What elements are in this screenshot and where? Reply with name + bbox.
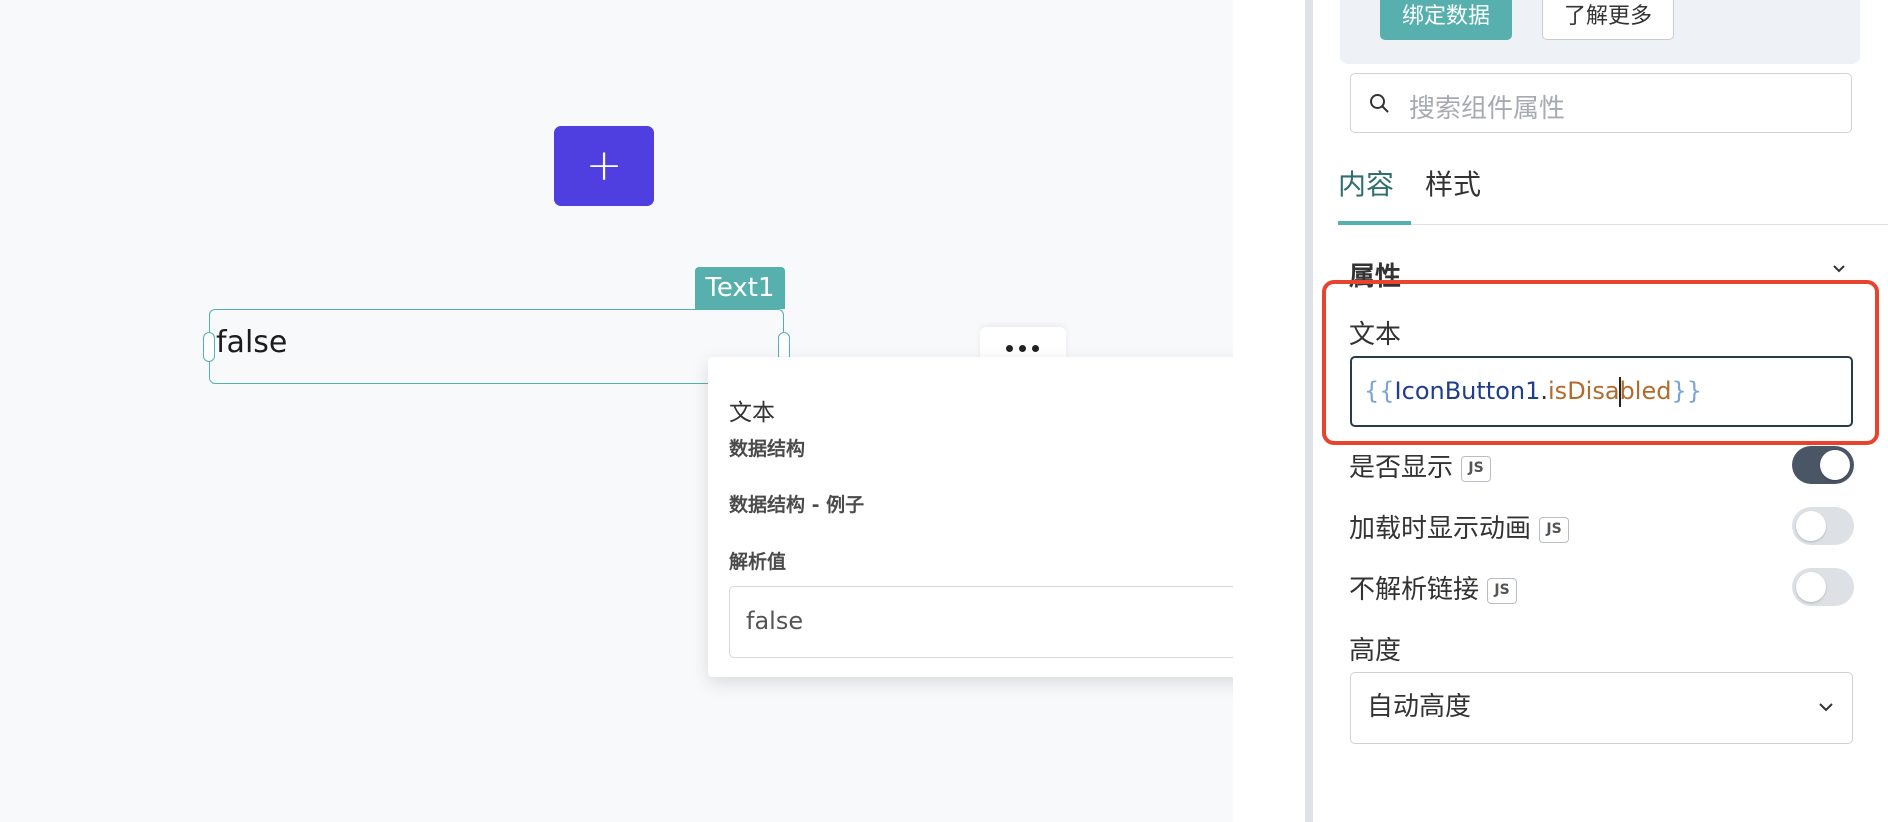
binding-property-a: isDisa [1548,377,1620,405]
canvas-gutter [1233,0,1305,822]
disable-link-label: 不解析链接 [1349,575,1480,605]
binding-property-b: bled [1619,377,1672,405]
binding-object: IconButton1 [1394,377,1541,405]
text-field-label: 文本 [1349,320,1402,350]
plus-icon: + [585,140,623,191]
popover-row-label: 解析值 [729,551,787,573]
tab-divider [1338,224,1888,225]
text-widget-value: false [216,325,288,360]
panel-divider[interactable] [1305,0,1313,822]
property-search[interactable]: 搜索组件属性 [1350,73,1852,133]
disable-link-row: 不解析链接 JS [1349,569,1518,606]
text-widget[interactable]: false [203,309,790,384]
disable-link-switch[interactable] [1792,568,1854,606]
visible-switch[interactable] [1792,446,1854,484]
property-pane: 绑定数据 了解更多 搜索组件属性 内容 样式 属性 文本 {{IconButto… [1313,0,1888,822]
search-placeholder: 搜索组件属性 [1409,94,1566,124]
search-icon [1370,94,1389,113]
switch-knob [1796,572,1826,602]
js-toggle-button[interactable]: JS [1461,455,1492,482]
popover-row-data-example[interactable]: 数据结构 - 例子 › [729,490,1289,520]
active-tab-indicator [1338,221,1411,225]
binding-close-brace: }} [1671,377,1702,405]
visible-row: 是否显示 JS [1349,447,1492,484]
chevron-down-icon[interactable] [1832,262,1846,276]
switch-knob [1820,450,1850,480]
chevron-down-icon [1819,703,1833,712]
popover-row-label: 数据结构 - 例子 [729,494,865,516]
animate-loading-label: 加载时显示动画 [1349,514,1532,544]
binding-open-brace: {{ [1364,377,1395,405]
height-select[interactable]: 自动高度 [1350,672,1853,744]
popover-row-label: 数据结构 [729,438,806,460]
bind-data-button[interactable]: 绑定数据 [1380,0,1512,40]
text-code-editor[interactable]: {{IconButton1.isDisabled}} [1350,356,1853,427]
widget-name-tag[interactable]: Text1 [695,267,785,309]
popover-title: 文本 [729,400,775,426]
bind-data-banner: 绑定数据 了解更多 [1340,0,1860,64]
evaluated-value-box: false [729,586,1291,658]
js-toggle-button[interactable]: JS [1487,577,1518,604]
popover-row-data-structure[interactable]: 数据结构 › [729,434,1289,464]
animate-loading-switch[interactable] [1792,507,1854,545]
height-label: 高度 [1349,636,1402,666]
js-toggle-button[interactable]: JS [1539,516,1570,543]
height-select-value: 自动高度 [1367,692,1472,722]
visible-label: 是否显示 [1349,453,1454,483]
evaluated-value-popover: 文本 数据结构 › 数据结构 - 例子 › 解析值 ⌄ false [708,357,1309,677]
switch-knob [1796,511,1826,541]
learn-more-button[interactable]: 了解更多 [1542,0,1674,40]
tab-content[interactable]: 内容 [1338,163,1394,203]
popover-row-evaluated-value[interactable]: 解析值 ⌄ [729,541,1289,577]
animate-loading-row: 加载时显示动画 JS [1349,508,1570,545]
binding-dot: . [1540,377,1549,405]
tab-style[interactable]: 样式 [1425,163,1481,203]
resize-handle-left[interactable] [203,332,215,362]
add-button[interactable]: + [554,126,654,206]
